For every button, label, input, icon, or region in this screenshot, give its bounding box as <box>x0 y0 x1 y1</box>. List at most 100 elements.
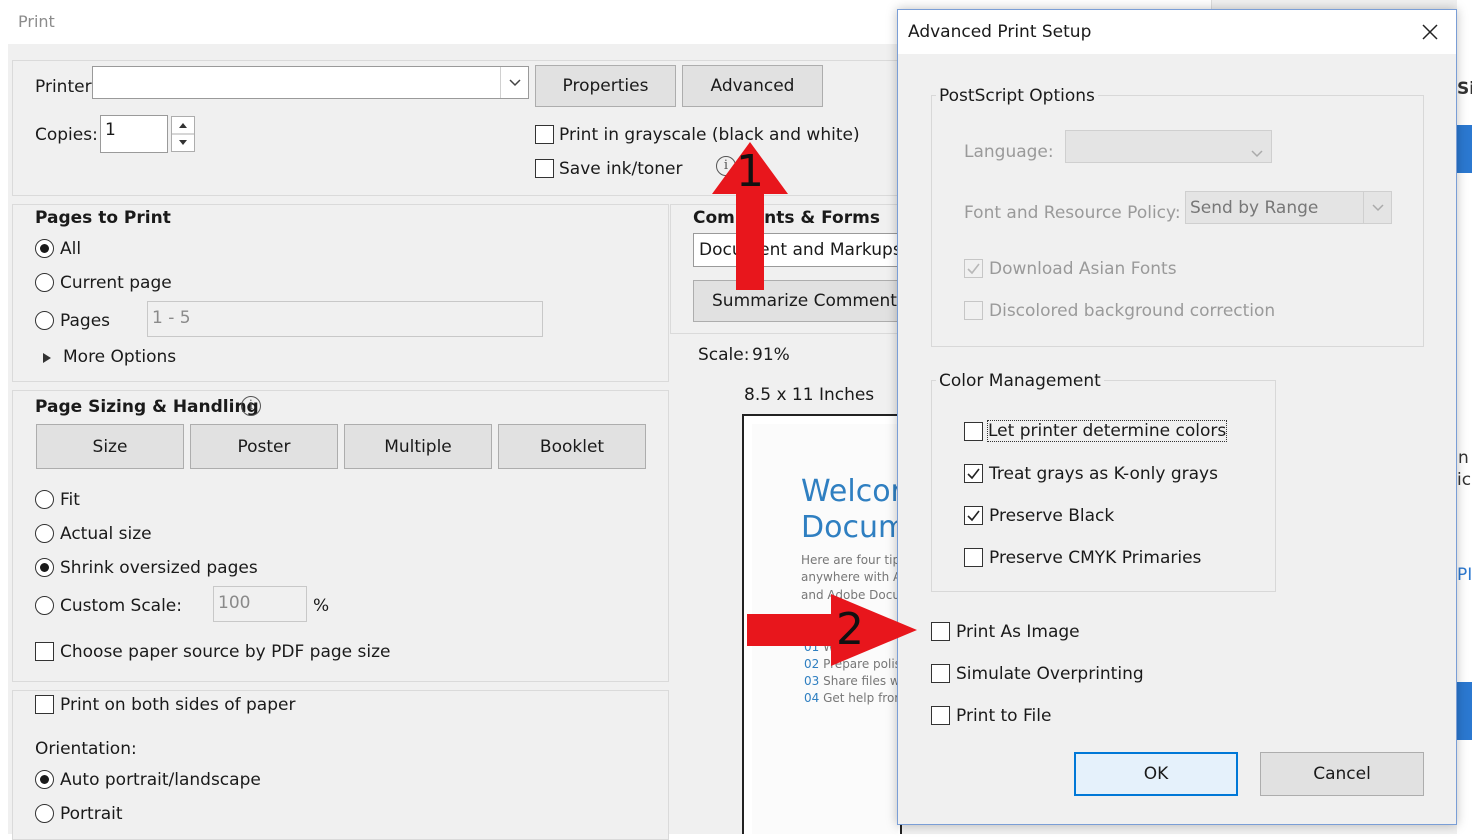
copies-input[interactable]: 1 <box>100 115 168 153</box>
fit-radio[interactable] <box>35 490 54 509</box>
size-button[interactable]: Size <box>36 424 184 469</box>
shrink-radio[interactable] <box>35 558 54 577</box>
pages-to-print-heading: Pages to Print <box>35 208 171 228</box>
pages-range-input[interactable]: 1 - 5 <box>147 301 543 337</box>
discolored-bg-label: Discolored background correction <box>989 301 1276 321</box>
auto-orientation-radio[interactable] <box>35 770 54 789</box>
shrink-label: Shrink oversized pages <box>60 558 258 578</box>
advanced-button[interactable]: Advanced <box>682 65 823 107</box>
fit-label: Fit <box>60 490 80 510</box>
preserve-black-label: Preserve Black <box>989 506 1115 526</box>
annotation-number-2: 2 <box>836 604 864 655</box>
grayscale-checkbox[interactable] <box>535 125 554 144</box>
simulate-overprinting-checkbox[interactable] <box>931 664 950 683</box>
preview-text-line-2: anywhere with Ac <box>801 570 898 584</box>
preview-title-line-1: Welcor <box>801 474 898 509</box>
more-options-label[interactable]: More Options <box>63 347 176 367</box>
annotation-arrow-right <box>747 594 917 666</box>
preserve-cmyk-checkbox[interactable] <box>964 548 983 567</box>
language-label: Language: <box>964 142 1054 162</box>
multiple-button[interactable]: Multiple <box>344 424 492 469</box>
dialog-titlebar: Advanced Print Setup <box>898 10 1456 54</box>
save-ink-label: Save ink/toner <box>559 159 683 179</box>
current-page-radio[interactable] <box>35 273 54 292</box>
pages-label: Pages <box>60 311 111 331</box>
close-icon <box>1422 24 1438 40</box>
custom-scale-value: 100 <box>218 593 251 613</box>
info-icon[interactable]: i <box>241 396 261 416</box>
chevron-down-icon <box>500 67 528 98</box>
ok-button[interactable]: OK <box>1074 752 1238 796</box>
sliver-button <box>1457 125 1472 173</box>
font-policy-select[interactable]: Send by Range <box>1185 191 1392 224</box>
print-as-image-checkbox[interactable] <box>931 622 950 641</box>
treat-grays-checkbox[interactable] <box>964 464 983 483</box>
checkmark-icon <box>967 510 980 522</box>
advanced-print-setup-dialog: Advanced Print Setup PostScript Options … <box>897 9 1457 825</box>
print-as-image-label: Print As Image <box>956 622 1080 642</box>
chevron-down-icon <box>1251 143 1263 163</box>
booklet-button[interactable]: Booklet <box>498 424 646 469</box>
custom-scale-input[interactable]: 100 <box>213 586 307 622</box>
cancel-button[interactable]: Cancel <box>1260 752 1424 796</box>
printer-select[interactable] <box>92 66 529 99</box>
sliver-text: PI <box>1457 565 1472 585</box>
let-printer-label: Let printer determine colors <box>986 420 1228 442</box>
actual-size-label: Actual size <box>60 524 152 544</box>
scale-value: 91% <box>752 345 790 365</box>
download-asian-fonts-checkbox[interactable] <box>964 259 983 278</box>
let-printer-checkbox[interactable] <box>964 422 983 441</box>
page-sizing-heading: Page Sizing & Handling <box>35 397 259 417</box>
background-window-sliver: Si n ic PI <box>1457 0 1472 834</box>
pages-range-value: 1 - 5 <box>152 308 191 328</box>
scale-label: Scale: <box>698 345 750 365</box>
paper-source-checkbox[interactable] <box>35 642 54 661</box>
font-policy-value: Send by Range <box>1190 198 1319 218</box>
checkmark-icon <box>967 468 980 480</box>
chevron-down-icon <box>1363 192 1391 223</box>
close-button[interactable] <box>1418 20 1442 44</box>
preserve-cmyk-label: Preserve CMYK Primaries <box>989 548 1202 568</box>
print-window-title: Print <box>18 12 55 31</box>
download-asian-fonts-label: Download Asian Fonts <box>989 259 1177 279</box>
copies-value: 1 <box>105 120 116 140</box>
all-label: All <box>60 239 82 259</box>
custom-scale-label: Custom Scale: <box>60 596 182 616</box>
copies-label: Copies: <box>35 125 98 145</box>
simulate-overprinting-label: Simulate Overprinting <box>956 664 1144 684</box>
preserve-black-checkbox[interactable] <box>964 506 983 525</box>
poster-button[interactable]: Poster <box>190 424 338 469</box>
color-management-label: Color Management <box>936 371 1104 391</box>
sliver-text: n <box>1458 448 1469 468</box>
save-ink-checkbox[interactable] <box>535 159 554 178</box>
preview-tip: 04 Get help from <box>804 691 898 705</box>
properties-button[interactable]: Properties <box>535 65 676 107</box>
auto-orientation-label: Auto portrait/landscape <box>60 770 261 790</box>
preview-tip: 03 Share files with <box>804 674 898 688</box>
sliver-text: Si <box>1457 79 1472 99</box>
copies-stepper[interactable] <box>171 116 195 152</box>
print-to-file-checkbox[interactable] <box>931 706 950 725</box>
print-to-file-label: Print to File <box>956 706 1052 726</box>
actual-size-radio[interactable] <box>35 524 54 543</box>
sliver-button <box>1457 682 1472 740</box>
preview-title-line-2: Docum <box>801 510 898 545</box>
both-sides-label: Print on both sides of paper <box>60 695 296 715</box>
percent-label: % <box>313 596 330 616</box>
language-select[interactable] <box>1065 130 1272 163</box>
triangle-right-icon[interactable] <box>42 349 52 369</box>
checkmark-icon <box>967 263 980 275</box>
pages-radio[interactable] <box>35 311 54 330</box>
portrait-radio[interactable] <box>35 804 54 823</box>
paper-size-label: 8.5 x 11 Inches <box>744 385 875 405</box>
treat-grays-label: Treat grays as K-only grays <box>989 464 1218 484</box>
printer-label: Printer: <box>35 77 97 97</box>
annotation-number-1: 1 <box>736 146 764 197</box>
orientation-label: Orientation: <box>35 739 137 759</box>
background-window-edge <box>0 0 8 834</box>
preview-text-line-1: Here are four tips <box>801 553 898 567</box>
both-sides-checkbox[interactable] <box>35 695 54 714</box>
all-radio[interactable] <box>35 239 54 258</box>
custom-scale-radio[interactable] <box>35 596 54 615</box>
discolored-bg-checkbox[interactable] <box>964 301 983 320</box>
